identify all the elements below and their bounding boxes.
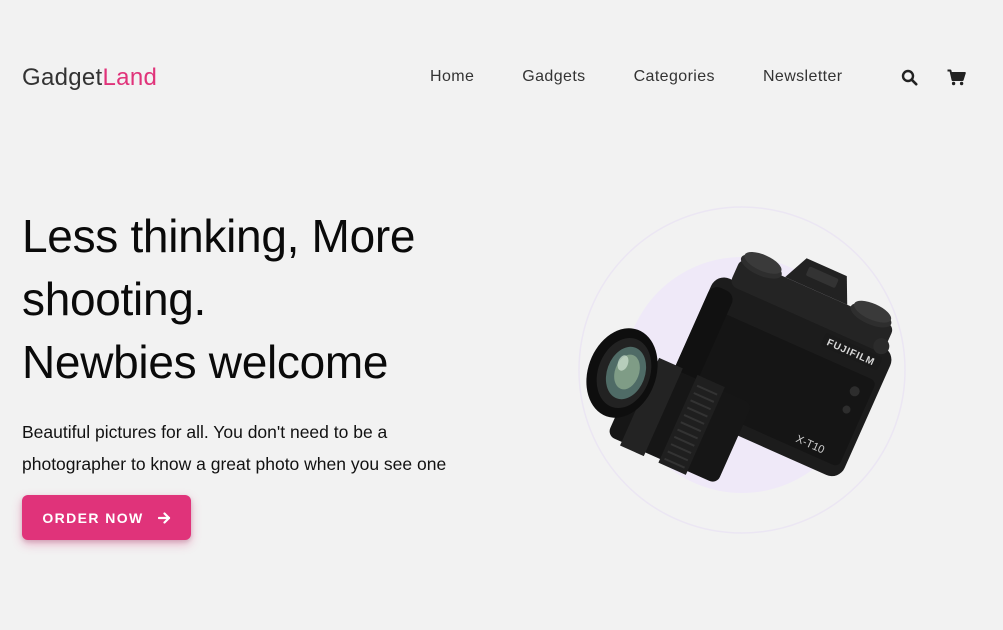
hero-subtitle-line-2: photographer to know a great photo when … — [22, 454, 447, 474]
search-icon — [901, 69, 917, 85]
order-now-button[interactable]: ORDER NOW — [22, 495, 191, 540]
camera-image: FUJIFILM X-T10 — [570, 205, 910, 535]
hero-title-line-1: Less thinking, More — [22, 210, 416, 262]
order-now-label: ORDER NOW — [42, 509, 144, 526]
nav-categories[interactable]: Categories — [634, 68, 715, 86]
arrow-right-icon — [157, 511, 171, 524]
nav-newsletter[interactable]: Newsletter — [763, 68, 843, 86]
nav-gadgets[interactable]: Gadgets — [522, 68, 585, 86]
hero-subtitle-line-1: Beautiful pictures for all. You don't ne… — [22, 422, 388, 442]
search-button[interactable] — [899, 67, 919, 87]
logo-part-gadget: Gadget — [22, 64, 103, 91]
logo-part-land: Land — [102, 64, 158, 91]
logo[interactable]: GadgetLand — [22, 64, 157, 92]
cart-button[interactable] — [946, 67, 966, 87]
landing-page: GadgetLand Home Gadgets Categories Newsl… — [0, 0, 1003, 630]
main-nav: Home Gadgets Categories Newsletter — [410, 68, 843, 86]
hero-subtitle: Beautiful pictures for all. You don't ne… — [22, 416, 492, 480]
nav-home[interactable]: Home — [430, 68, 474, 86]
hero-title: Less thinking, More shooting. Newbies we… — [22, 205, 522, 394]
hero-title-line-3: Newbies welcome — [22, 336, 389, 388]
cart-icon — [947, 69, 966, 85]
hero-title-line-2: shooting. — [22, 273, 206, 325]
